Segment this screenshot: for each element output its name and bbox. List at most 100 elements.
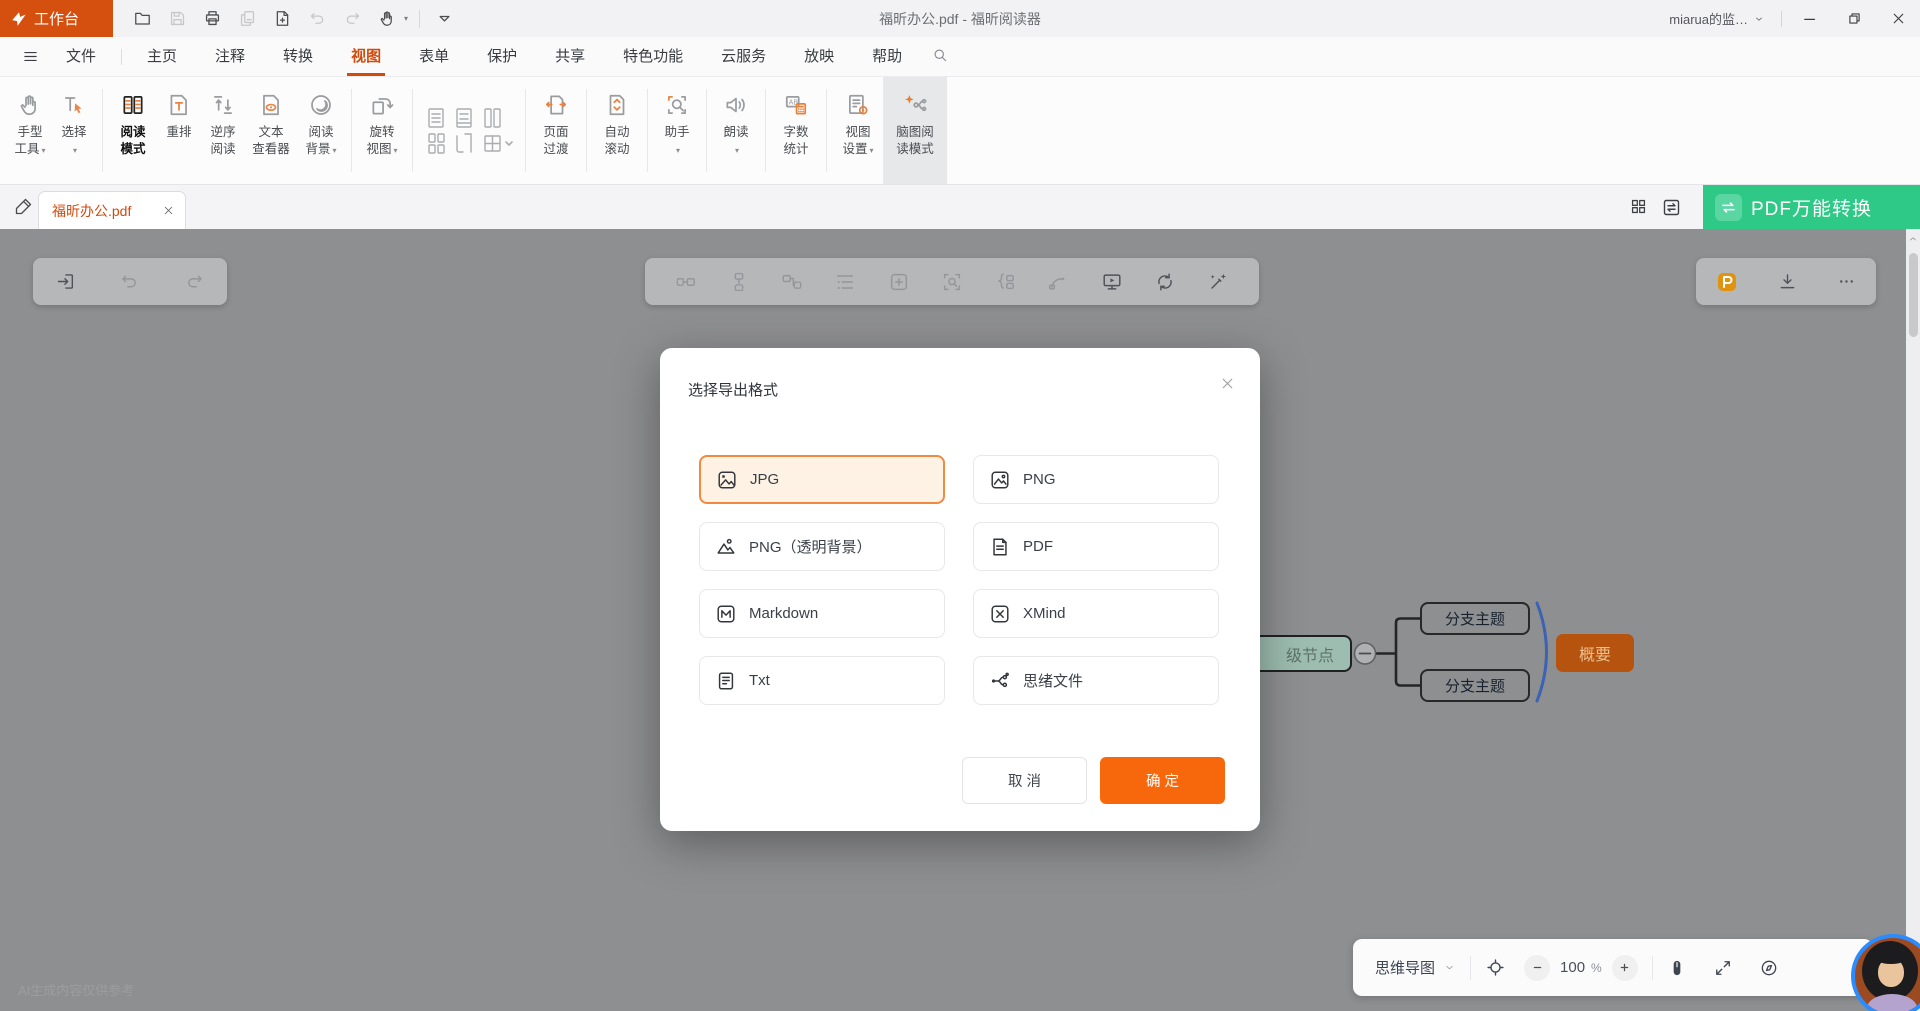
export-option-PNG[interactable]: PNG (973, 455, 1219, 504)
fullscreen-icon[interactable] (1713, 958, 1733, 978)
mindmap-branch-node[interactable]: 分支主题 (1420, 669, 1530, 702)
vertical-scrollbar[interactable] (1906, 229, 1920, 1011)
new-document-button[interactable] (269, 6, 295, 32)
scrollbar-thumb[interactable] (1909, 253, 1918, 337)
pencil-icon[interactable] (14, 196, 34, 216)
ribbon-select-tool-button[interactable]: 选择▾ (52, 77, 96, 184)
add-parent-topic-icon[interactable] (675, 271, 697, 293)
ribbon-reflow-button[interactable]: 重排 (157, 77, 201, 184)
tab-close-icon[interactable] (162, 204, 175, 217)
menu-file[interactable]: 文件 (62, 37, 100, 76)
undo-button[interactable] (304, 6, 330, 32)
add-sibling-topic-icon[interactable] (728, 271, 750, 293)
ribbon-brainmap-read-mode-button[interactable]: 脑图阅读模式 (883, 77, 947, 184)
export-option-PDF[interactable]: PDF (973, 522, 1219, 571)
minimize-button[interactable] (1788, 0, 1832, 37)
pdf-convert-button[interactable]: PDF万能转换 (1703, 185, 1920, 229)
menu-tab-放映[interactable]: 放映 (800, 37, 838, 76)
hand-mode-button[interactable] (374, 6, 400, 32)
menu-tab-转换[interactable]: 转换 (279, 37, 317, 76)
export-option-Markdown[interactable]: Markdown (699, 589, 945, 638)
mindmap-canvas[interactable]: 级节点 分支主题 分支主题 概要 选择导出格式 JPGPNGPNG（透明背景）P… (0, 229, 1920, 1011)
dropdown-arrow-icon: ▾ (333, 146, 337, 155)
avatar-body (1867, 994, 1917, 1011)
menu-tab-表单[interactable]: 表单 (415, 37, 453, 76)
save-button[interactable] (164, 6, 190, 32)
redo-button[interactable] (339, 6, 365, 32)
ribbon-read-aloud-button[interactable]: 朗读▾ (713, 77, 759, 184)
scroll-up-icon[interactable] (1907, 233, 1919, 245)
export-option-思绪文件[interactable]: 思绪文件 (973, 656, 1219, 705)
ai-beautify-icon[interactable] (1207, 271, 1229, 293)
menu-tab-视图[interactable]: 视图 (347, 37, 385, 76)
search-icon[interactable] (927, 37, 953, 76)
copy-page-button[interactable] (234, 6, 260, 32)
customize-toolbar-button[interactable] (431, 6, 457, 32)
restore-button[interactable] (1832, 0, 1876, 37)
insert-node-icon[interactable] (888, 271, 910, 293)
cancel-button[interactable]: 取 消 (962, 757, 1087, 804)
ribbon-page-transition-button[interactable]: 页面过渡 (532, 77, 580, 184)
close-button[interactable] (1876, 0, 1920, 37)
dialog-close-icon[interactable] (1219, 375, 1236, 392)
add-subtopic-icon[interactable] (781, 271, 803, 293)
zoom-out-button[interactable] (1524, 955, 1550, 981)
confirm-button[interactable]: 确 定 (1100, 757, 1225, 804)
menu-tab-注释[interactable]: 注释 (211, 37, 249, 76)
ribbon-label: ▾ (71, 141, 77, 159)
divider (586, 89, 587, 172)
ribbon-view-settings-button[interactable]: 视图设置▾ (833, 77, 883, 184)
menu-tab-共享[interactable]: 共享 (551, 37, 589, 76)
redo-icon[interactable] (184, 271, 205, 292)
hamburger-icon[interactable] (22, 37, 39, 76)
mouse-mode-icon[interactable] (1667, 958, 1687, 978)
summary-bracket-icon[interactable] (994, 271, 1016, 293)
ribbon-read-mode-button[interactable]: 阅读模式 (109, 77, 157, 184)
menu-tab-主页[interactable]: 主页 (143, 37, 181, 76)
export-option-JPG[interactable]: JPG (699, 455, 945, 504)
export-option-Txt[interactable]: Txt (699, 656, 945, 705)
export-option-PNG（透明背景）[interactable]: PNG（透明背景） (699, 522, 945, 571)
more-icon[interactable] (1836, 271, 1857, 292)
ribbon-page-layout-button[interactable] (419, 77, 519, 184)
ribbon-label: 查看器 (252, 141, 290, 158)
open-file-button[interactable] (129, 6, 155, 32)
swap-document-icon[interactable] (1661, 197, 1682, 218)
capture-icon[interactable] (941, 271, 963, 293)
export-option-XMind[interactable]: XMind (973, 589, 1219, 638)
vip-badge-icon[interactable] (1715, 270, 1739, 294)
view-settings-icon (845, 86, 871, 124)
presentation-icon[interactable] (1101, 271, 1123, 293)
grid-view-icon[interactable] (1629, 197, 1648, 216)
locate-center-icon[interactable] (1485, 957, 1506, 978)
print-button[interactable] (199, 6, 225, 32)
enter-edit-icon[interactable] (55, 271, 76, 292)
menu-tab-云服务[interactable]: 云服务 (717, 37, 770, 76)
ribbon-reverse-read-button[interactable]: 逆序阅读 (201, 77, 245, 184)
ribbon-label: 统计 (783, 141, 808, 158)
menubar: 文件 主页注释转换视图表单保护共享特色功能云服务放映帮助 (0, 37, 1920, 77)
view-mode-select[interactable]: 思维导图 (1375, 957, 1456, 978)
menu-tab-特色功能[interactable]: 特色功能 (619, 37, 687, 76)
undo-icon[interactable] (119, 271, 140, 292)
zoom-in-button[interactable] (1612, 955, 1638, 981)
workspace-button[interactable]: 工作台 (0, 0, 113, 37)
mindmap-summary-node[interactable]: 概要 (1556, 634, 1634, 672)
ribbon-read-background-button[interactable]: 阅读背景▾ (297, 77, 345, 184)
outline-icon[interactable] (834, 271, 856, 293)
download-icon[interactable] (1777, 271, 1798, 292)
ribbon-word-count-button[interactable]: AB字数统计 (772, 77, 820, 184)
menu-tab-帮助[interactable]: 帮助 (868, 37, 906, 76)
ribbon-rotate-view-button[interactable]: 旋转视图▾ (358, 77, 406, 184)
ribbon-text-viewer-button[interactable]: 文本查看器 (245, 77, 297, 184)
mindmap-branch-node[interactable]: 分支主题 (1420, 602, 1530, 635)
ribbon-hand-tool-button[interactable]: 手型工具▾ (8, 77, 52, 184)
relation-line-icon[interactable] (1047, 271, 1069, 293)
document-tab[interactable]: 福昕办公.pdf (38, 191, 186, 229)
ribbon-assistant-button[interactable]: 助手▾ (654, 77, 700, 184)
user-account-button[interactable]: miarua的监… (1669, 9, 1765, 28)
ribbon-auto-scroll-button[interactable]: 自动滚动 (593, 77, 641, 184)
compass-icon[interactable] (1759, 958, 1779, 978)
refresh-style-icon[interactable] (1154, 271, 1176, 293)
menu-tab-保护[interactable]: 保护 (483, 37, 521, 76)
